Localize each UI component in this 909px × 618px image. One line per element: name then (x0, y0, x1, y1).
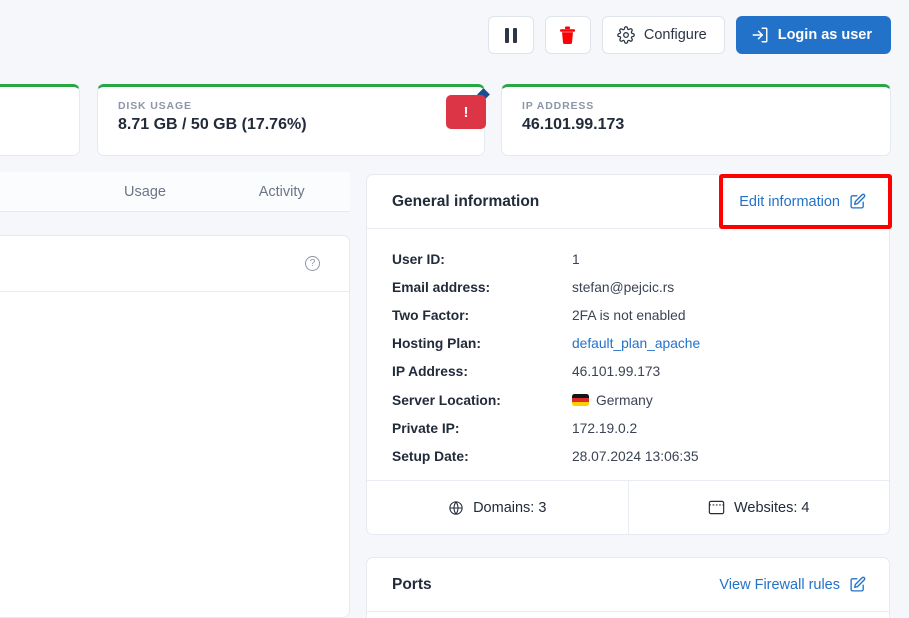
login-as-user-label: Login as user (778, 27, 872, 43)
row-value: 1 (572, 252, 580, 267)
row-key: User ID: (392, 252, 572, 267)
ip-address-value: 46.101.99.173 (522, 116, 872, 134)
disk-alert-badge[interactable]: ! (446, 95, 486, 129)
ports-card: Ports View Firewall rules (366, 557, 890, 618)
table-row: Server Location: Germany (392, 386, 864, 414)
row-key: Hosting Plan: (392, 336, 572, 351)
server-location-value: Germany (572, 393, 653, 408)
left-content-panel: ? (0, 235, 350, 618)
login-as-user-button[interactable]: Login as user (736, 16, 891, 54)
stat-card-partial (0, 84, 80, 156)
websites-link[interactable]: Websites: 4 (628, 481, 890, 534)
domains-link[interactable]: Domains: 3 (367, 481, 628, 534)
trash-icon (559, 26, 576, 45)
disk-usage-value: 8.71 GB / 50 GB (17.76%) (118, 116, 466, 134)
disk-usage-label: DISK USAGE (118, 100, 466, 112)
view-firewall-rules-button[interactable]: View Firewall rules (719, 576, 866, 593)
table-row: IP Address: 46.101.99.173 (392, 358, 864, 386)
row-value: 28.07.2024 13:06:35 (572, 449, 699, 464)
row-key: Email address: (392, 280, 572, 295)
row-key: Two Factor: (392, 308, 572, 323)
general-information-header: General information Edit information (367, 175, 889, 229)
edit-pencil-icon (849, 576, 866, 593)
table-row: User ID: 1 (392, 245, 864, 273)
row-key: Server Location: (392, 393, 572, 408)
row-value: 46.101.99.173 (572, 364, 660, 379)
edit-information-button[interactable]: Edit information (739, 193, 866, 210)
action-toolbar: Configure Login as user (0, 0, 909, 70)
edit-pencil-icon (849, 193, 866, 210)
help-icon[interactable]: ? (305, 256, 320, 271)
table-row: Private IP: 172.19.0.2 (392, 414, 864, 442)
row-key: IP Address: (392, 364, 572, 379)
germany-flag-icon (572, 394, 589, 406)
ports-title: Ports (392, 576, 432, 594)
stat-card-ip-address: IP ADDRESS 46.101.99.173 (501, 84, 891, 156)
left-panel-header: ? (0, 236, 349, 292)
table-row: Email address: stefan@pejcic.rs (392, 273, 864, 301)
left-tab-bar: Usage Activity (0, 172, 350, 212)
websites-label: Websites: 4 (734, 500, 810, 516)
globe-icon (448, 500, 464, 516)
general-information-rows: User ID: 1 Email address: stefan@pejcic.… (367, 229, 889, 471)
pause-button[interactable] (488, 16, 534, 54)
ip-address-label: IP ADDRESS (522, 100, 872, 112)
general-information-title: General information (392, 193, 539, 211)
tab-activity[interactable]: Activity (213, 184, 350, 200)
table-row: Two Factor: 2FA is not enabled (392, 301, 864, 329)
row-value: 2FA is not enabled (572, 308, 686, 323)
configure-button-label: Configure (644, 27, 707, 43)
pause-icon (505, 28, 518, 43)
row-key: Setup Date: (392, 449, 572, 464)
configure-button[interactable]: Configure (602, 16, 725, 54)
domains-label: Domains: 3 (473, 500, 546, 516)
view-firewall-rules-label: View Firewall rules (719, 577, 840, 593)
ports-header: Ports View Firewall rules (367, 558, 889, 612)
hosting-plan-link[interactable]: default_plan_apache (572, 336, 700, 351)
page-root: Configure Login as user DISK USAGE 8.71 … (0, 0, 909, 618)
row-value: 172.19.0.2 (572, 421, 637, 436)
delete-button[interactable] (545, 16, 591, 54)
window-icon (708, 500, 725, 515)
general-information-footer: Domains: 3 Websites: 4 (367, 480, 889, 534)
stat-card-disk-usage: DISK USAGE 8.71 GB / 50 GB (17.76%) (97, 84, 485, 156)
table-row: Setup Date: 28.07.2024 13:06:35 (392, 442, 864, 470)
tab-usage[interactable]: Usage (77, 184, 214, 200)
edit-information-label: Edit information (739, 194, 840, 210)
row-value: Germany (596, 393, 653, 408)
row-key: Private IP: (392, 421, 572, 436)
login-icon (751, 26, 769, 44)
table-row: Hosting Plan: default_plan_apache (392, 330, 864, 358)
general-information-card: General information Edit information Use… (366, 174, 890, 535)
row-value: stefan@pejcic.rs (572, 280, 674, 295)
gear-icon (617, 26, 635, 44)
